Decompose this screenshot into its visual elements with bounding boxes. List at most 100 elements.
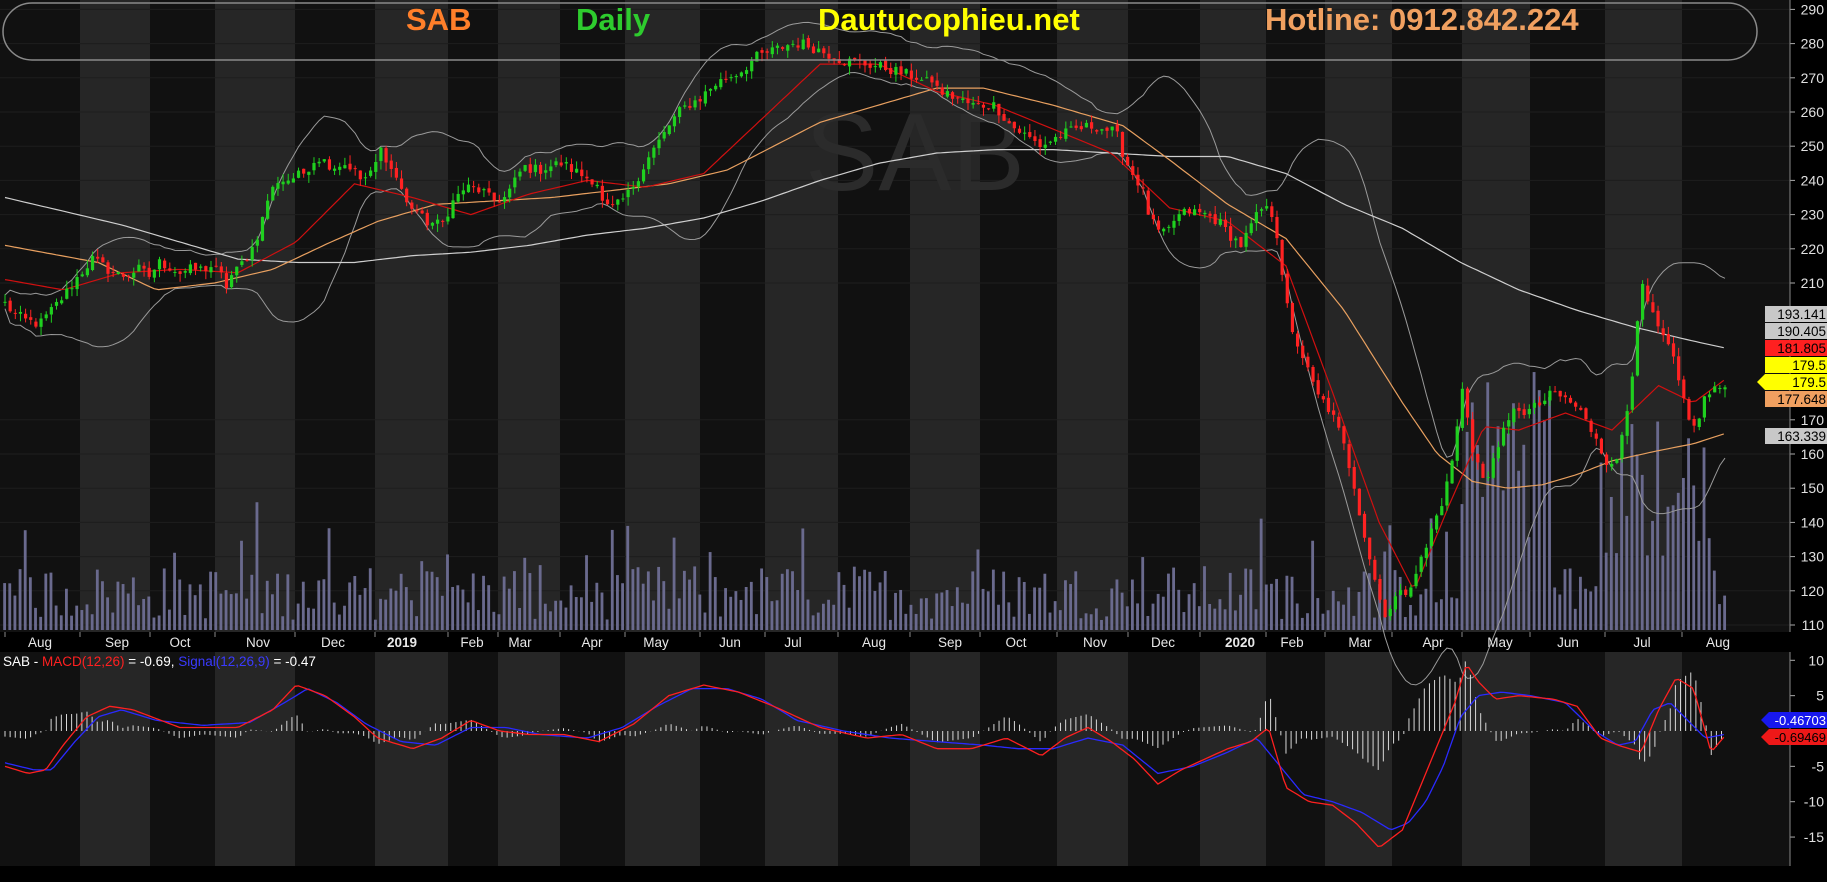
volume-bar: [662, 581, 666, 630]
candle-body: [1306, 356, 1310, 368]
volume-bar: [1326, 610, 1330, 630]
candle-body: [1285, 273, 1289, 304]
volume-bar: [677, 598, 681, 630]
date-label: Aug: [28, 635, 52, 650]
candle-body: [1404, 589, 1408, 596]
candle-body: [647, 157, 651, 170]
candle-body: [1517, 407, 1521, 411]
candle-body: [1460, 388, 1464, 428]
candle-body: [1584, 408, 1588, 420]
date-label: Aug: [862, 635, 886, 650]
candle-body: [708, 88, 713, 91]
candle-body: [260, 216, 265, 241]
price-tick-label: 260: [1801, 104, 1825, 120]
volume-bar: [1321, 613, 1325, 630]
volume-bar: [1285, 575, 1289, 630]
macd-tick-label: 10: [1808, 652, 1824, 668]
candle-body: [1089, 122, 1094, 129]
candle-body: [842, 64, 847, 66]
month-band: [1057, 0, 1128, 632]
date-label: Sep: [105, 635, 129, 650]
volume-bar: [1702, 447, 1706, 630]
volume-bar: [1270, 583, 1273, 630]
volume-bar: [157, 615, 161, 630]
candle-body: [1053, 136, 1058, 142]
candle-body: [683, 105, 687, 107]
volume-bar: [961, 602, 964, 630]
candle-body: [950, 92, 955, 99]
signal-legend-name: Signal(12,26,9): [178, 654, 270, 669]
candle-body: [60, 300, 64, 304]
date-label: Jul: [1633, 635, 1650, 650]
candle-body: [945, 91, 949, 97]
volume-bar: [368, 568, 372, 630]
candle-body: [90, 256, 95, 271]
candle-body: [240, 261, 244, 265]
volume-bar: [1563, 569, 1567, 630]
price-tick-label: 120: [1801, 583, 1825, 599]
date-label: Jul: [784, 635, 801, 650]
volume-bar: [451, 586, 455, 630]
volume-bar: [827, 599, 830, 630]
candle-body: [1136, 174, 1140, 186]
candle-body: [605, 199, 610, 205]
candle-body: [564, 162, 568, 164]
price-label-text: 179.5: [1792, 375, 1826, 390]
volume-bar: [106, 597, 110, 630]
volume-bar: [878, 582, 882, 630]
candle-body: [549, 166, 553, 172]
volume-bar: [34, 607, 37, 630]
candle-body: [1388, 609, 1392, 617]
volume-bar: [842, 584, 846, 630]
candle-body: [302, 168, 306, 174]
volume-bar: [1512, 403, 1515, 630]
candle-body: [106, 262, 110, 274]
volume-bar: [719, 616, 722, 630]
volume-bar: [1419, 594, 1423, 630]
volume-bar: [188, 584, 192, 630]
candle-body: [1234, 238, 1238, 241]
volume-bar: [1718, 604, 1721, 630]
volume-bar: [595, 582, 599, 630]
volume-bar: [1573, 608, 1577, 630]
candle-body: [1007, 121, 1011, 124]
volume-bar: [1584, 588, 1587, 630]
volume-bar: [126, 593, 130, 630]
candle-body: [1198, 208, 1202, 213]
candle-body: [1610, 463, 1614, 467]
volume-bar: [162, 568, 166, 630]
candle-body: [214, 265, 218, 267]
macd-value-text: -0.69469: [1775, 730, 1826, 745]
volume-bar: [1568, 568, 1572, 630]
volume-bar: [1620, 434, 1624, 630]
volume-bar: [1043, 573, 1047, 630]
candle-body: [1239, 236, 1243, 247]
candle-body: [595, 184, 599, 187]
volume-bar: [1609, 496, 1613, 630]
candle-body: [1203, 212, 1207, 215]
candle-body: [621, 198, 625, 200]
volume-bar: [152, 617, 156, 630]
candle-body: [966, 98, 970, 104]
candle-body: [1095, 130, 1099, 132]
candle-body: [760, 50, 764, 53]
volume-bar: [476, 610, 480, 630]
candle-body: [245, 259, 249, 261]
candle-body: [466, 184, 471, 193]
candle-body: [188, 264, 192, 274]
volume-bar: [858, 576, 861, 630]
candle-body: [1131, 166, 1135, 176]
candle-body: [250, 247, 254, 260]
volume-bar: [749, 581, 753, 630]
volume-bar: [1347, 587, 1351, 630]
candle-body: [322, 159, 326, 162]
candle-body: [1254, 212, 1258, 224]
candle-body: [744, 70, 749, 74]
candle-body: [29, 317, 33, 320]
candle-body: [291, 178, 295, 183]
volume-bar: [950, 606, 954, 630]
volume-bar: [1002, 571, 1006, 630]
volume-bar: [1352, 615, 1356, 630]
candle-body: [1167, 226, 1171, 228]
volume-bar: [8, 583, 12, 630]
